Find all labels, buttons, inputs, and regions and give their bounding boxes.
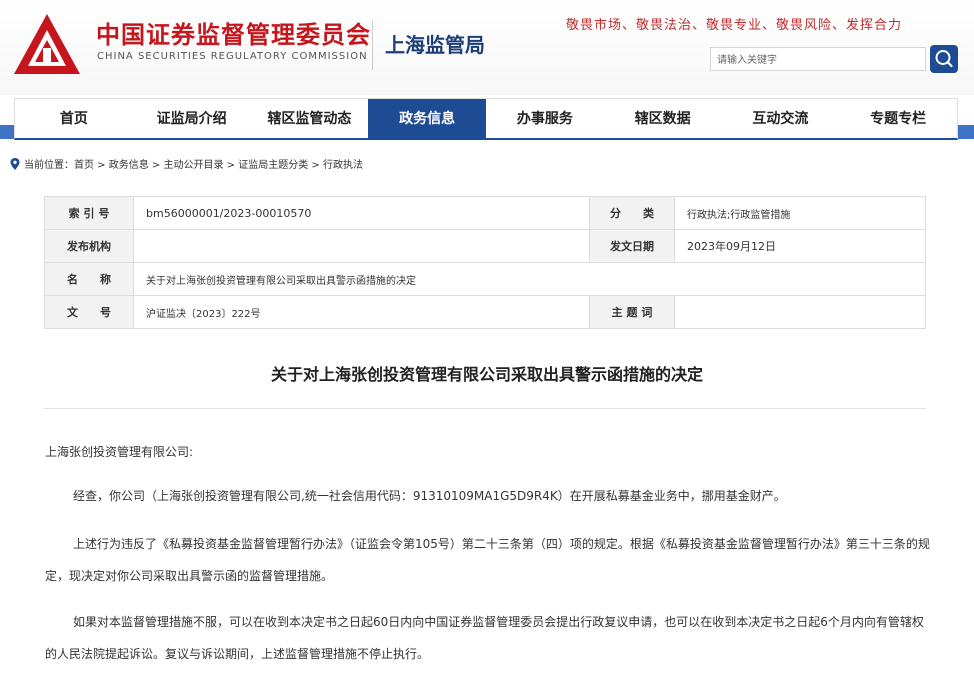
- title-divider: [44, 408, 926, 409]
- docno-label: 文 号: [44, 295, 134, 329]
- nav-item-about[interactable]: 证监局介绍: [133, 99, 251, 139]
- subject-label: 主 题 词: [589, 295, 675, 329]
- nav-item-services[interactable]: 办事服务: [486, 99, 604, 139]
- nav-item-regional-news[interactable]: 辖区监管动态: [251, 99, 369, 139]
- breadcrumb-text[interactable]: 当前位置：首页 > 政务信息 > 主动公开目录 > 证监局主题分类 > 行政执法: [24, 156, 363, 171]
- issuer-label: 发布机构: [44, 229, 134, 263]
- main-nav: 首页 证监局介绍 辖区监管动态 政务信息 办事服务 辖区数据 互动交流 专题专栏: [14, 98, 958, 140]
- category-label: 分 类: [589, 196, 675, 230]
- document-salutation: 上海张创投资管理有限公司:: [45, 445, 194, 459]
- nav-item-government-info[interactable]: 政务信息: [368, 99, 486, 139]
- nav-item-home[interactable]: 首页: [15, 99, 133, 139]
- search-button[interactable]: [930, 45, 958, 73]
- bureau-name: 上海监管局: [385, 33, 485, 57]
- issuer-value: [133, 229, 590, 263]
- subject-value: [674, 295, 926, 329]
- search-icon: [935, 50, 953, 68]
- docno-value: 沪证监决〔2023〕222号: [133, 295, 590, 329]
- nav-item-regional-data[interactable]: 辖区数据: [604, 99, 722, 139]
- name-value: 关于对上海张创投资管理有限公司采取出具警示函措施的决定: [133, 262, 926, 296]
- document-paragraph: 如果对本监督管理措施不服，可以在收到本决定书之日起60日内向中国证券监督管理委员…: [45, 615, 924, 661]
- org-name-cn: 中国证券监督管理委员会: [96, 21, 371, 49]
- document-paragraph: 上述行为违反了《私募投资基金监督管理暂行办法》（证监会令第105号）第二十三条第…: [45, 537, 930, 583]
- date-value: 2023年09月12日: [674, 229, 926, 263]
- csrc-logo-icon: [14, 14, 80, 74]
- search-input[interactable]: [711, 49, 917, 72]
- site-header: 中国证券监督管理委员会 CHINA SECURITIES REGULATORY …: [0, 0, 974, 95]
- breadcrumb: 当前位置：首页 > 政务信息 > 主动公开目录 > 证监局主题分类 > 行政执法: [10, 156, 363, 171]
- category-value: 行政执法;行政监管措施: [674, 196, 926, 230]
- nav-item-special-topics[interactable]: 专题专栏: [839, 99, 957, 139]
- location-pin-icon: [10, 157, 20, 170]
- name-label: 名 称: [44, 262, 134, 296]
- org-name-en: CHINA SECURITIES REGULATORY COMMISSION: [97, 51, 368, 62]
- document-paragraph: 经查，你公司（上海张创投资管理有限公司,统一社会信用代码：91310109MA1…: [73, 489, 786, 503]
- document-meta-table: 索 引 号 bm56000001/2023-00010570 分 类 行政执法;…: [44, 196, 926, 329]
- document-title: 关于对上海张创投资管理有限公司采取出具警示函措施的决定: [270, 365, 703, 384]
- index-label: 索 引 号: [44, 196, 134, 230]
- search-box: [710, 47, 926, 72]
- date-label: 发文日期: [589, 229, 675, 263]
- logo-divider: [372, 20, 373, 70]
- nav-item-interaction[interactable]: 互动交流: [722, 99, 840, 139]
- header-slogan: 敬畏市场、敬畏法治、敬畏专业、敬畏风险、发挥合力: [566, 18, 903, 33]
- index-value: bm56000001/2023-00010570: [133, 196, 590, 230]
